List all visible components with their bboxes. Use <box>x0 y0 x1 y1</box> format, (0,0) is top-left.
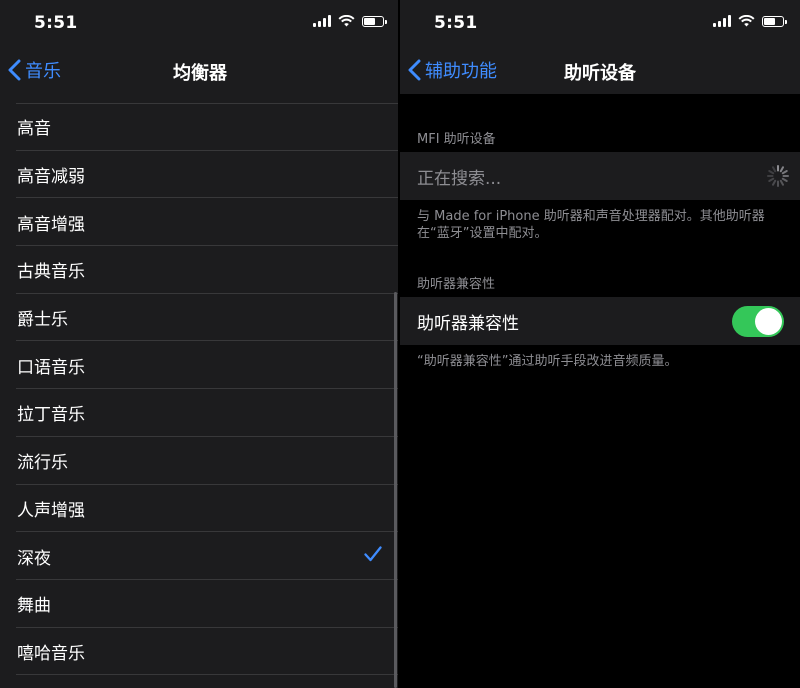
hearing-aid-compat-cell: 助听器兼容性 <box>400 297 800 345</box>
status-time: 5:51 <box>434 13 478 33</box>
list-item[interactable]: 高音 <box>0 103 400 151</box>
toggle-knob <box>755 308 782 335</box>
equalizer-screen: 5:51 音乐 均衡器 高音 高音减弱 高音增强 古典音乐 爵士乐 口语音乐 拉… <box>0 0 400 688</box>
list-item[interactable]: 舞曲 <box>0 580 400 628</box>
list-item-label: 高音增强 <box>17 214 85 235</box>
loading-spinner-icon <box>767 165 789 187</box>
list-item-label: 人声增强 <box>17 500 85 521</box>
hearing-devices-screen: 5:51 辅助功能 助听设备 MFI 助听设备 正在搜索... 与 Made f… <box>400 0 800 688</box>
list-item[interactable]: 拉丁音乐 <box>0 389 400 437</box>
list-item-label: 拉丁音乐 <box>17 405 85 426</box>
status-icons <box>713 15 787 27</box>
navigation-bar: 音乐 均衡器 <box>0 48 400 94</box>
list-item-label: 舞曲 <box>17 596 51 617</box>
status-icons <box>313 15 387 27</box>
list-item-label: 嘻哈音乐 <box>17 643 85 664</box>
wifi-icon <box>738 15 755 27</box>
mfi-section-header: MFI 助听设备 <box>417 132 496 147</box>
list-item[interactable]: 爵士乐 <box>0 294 400 342</box>
equalizer-preset-list: 高音 高音减弱 高音增强 古典音乐 爵士乐 口语音乐 拉丁音乐 流行乐 人声增强… <box>0 103 400 675</box>
list-item[interactable]: 流行乐 <box>0 437 400 485</box>
list-item[interactable]: 人声增强 <box>0 485 400 533</box>
back-label: 音乐 <box>25 61 61 82</box>
list-item[interactable]: 嘻哈音乐 <box>0 628 400 676</box>
battery-icon <box>362 15 387 27</box>
compat-label: 助听器兼容性 <box>417 313 519 334</box>
list-item[interactable]: 高音减弱 <box>0 151 400 199</box>
back-button[interactable]: 辅助功能 <box>408 57 497 83</box>
list-item[interactable]: 口语音乐 <box>0 341 400 389</box>
list-item-label: 高音 <box>17 119 51 140</box>
battery-icon <box>762 15 787 27</box>
back-label: 辅助功能 <box>425 61 497 82</box>
status-bar: 5:51 <box>0 0 400 48</box>
status-bar: 5:51 <box>400 0 800 48</box>
chevron-left-icon <box>408 59 421 81</box>
cellular-signal-icon <box>713 15 731 27</box>
navigation-bar: 辅助功能 助听设备 <box>400 48 800 94</box>
list-item[interactable]: 古典音乐 <box>0 246 400 294</box>
list-item-selected[interactable]: 深夜 <box>0 532 400 580</box>
list-item-label: 古典音乐 <box>17 262 85 283</box>
scrollbar[interactable] <box>394 292 397 688</box>
searching-cell: 正在搜索... <box>400 152 800 200</box>
list-item-label: 流行乐 <box>17 453 68 474</box>
mfi-footer-text: 与 Made for iPhone 助听器和声音处理器配对。其他助听器在“蓝牙”… <box>417 209 765 241</box>
hearing-aid-compat-toggle[interactable] <box>732 306 784 337</box>
list-item-label: 爵士乐 <box>17 310 68 331</box>
wifi-icon <box>338 15 355 27</box>
compat-section-header: 助听器兼容性 <box>417 277 496 292</box>
status-time: 5:51 <box>34 13 78 33</box>
list-item[interactable]: 高音增强 <box>0 198 400 246</box>
chevron-left-icon <box>8 59 21 81</box>
back-button[interactable]: 音乐 <box>8 57 61 83</box>
searching-label: 正在搜索... <box>417 168 502 189</box>
list-item-label: 口语音乐 <box>17 357 85 378</box>
cellular-signal-icon <box>313 15 331 27</box>
list-item-label: 深夜 <box>17 548 51 569</box>
compat-footer-text: “助听器兼容性”通过助听手段改进音频质量。 <box>417 354 678 369</box>
checkmark-icon <box>364 546 382 562</box>
list-item-label: 高音减弱 <box>17 167 85 188</box>
